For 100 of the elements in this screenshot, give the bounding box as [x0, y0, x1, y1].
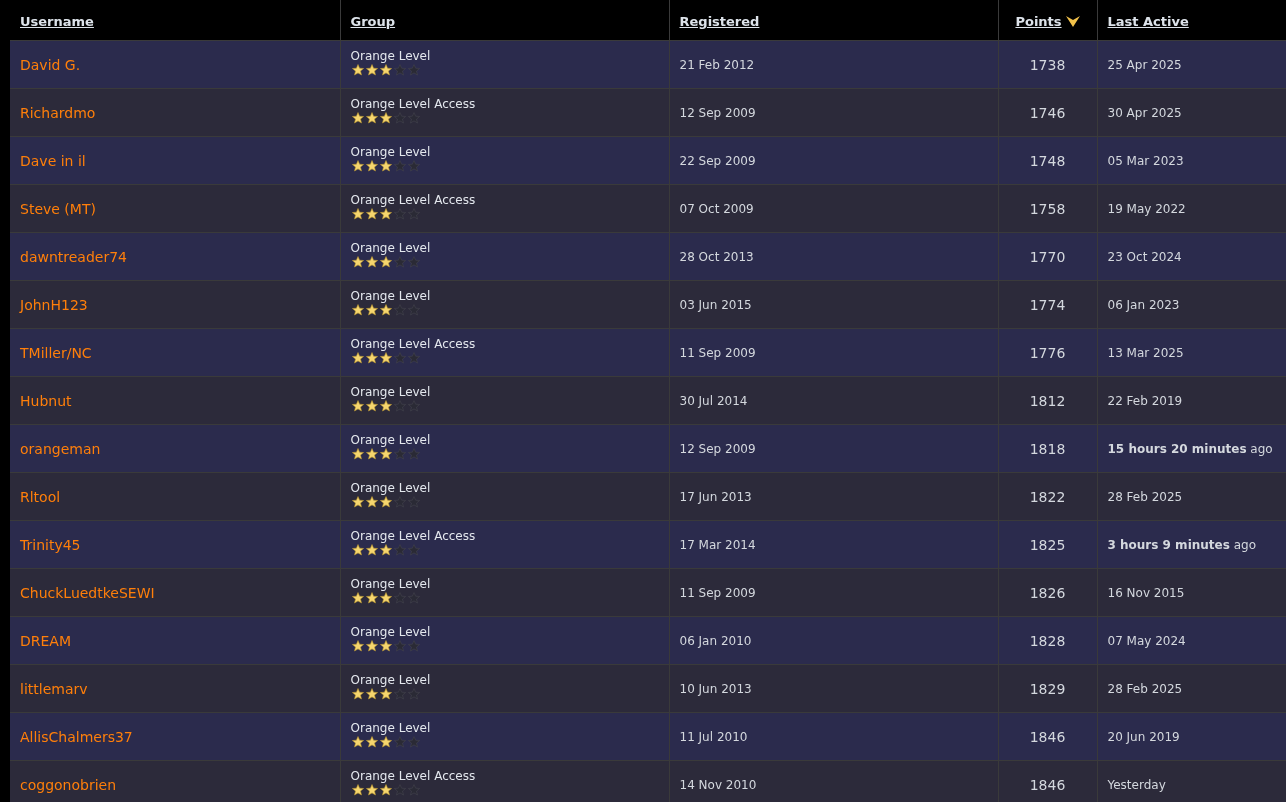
last-active-cell: 05 Mar 2023 [1097, 136, 1286, 185]
filled-star-icon [364, 640, 379, 652]
last-active-cell: 16 Nov 2015 [1097, 568, 1286, 617]
filled-star-icon [350, 784, 365, 796]
group-name: Orange Level [350, 721, 432, 736]
filled-star-icon [364, 160, 379, 172]
last-active-cell: 15 hours 20 minutes ago [1097, 424, 1286, 473]
registered-date: 07 Oct 2009 [669, 184, 998, 233]
filled-star-icon [364, 304, 379, 316]
registered-date: 11 Sep 2009 [669, 328, 998, 377]
last-active-cell: 3 hours 9 minutes ago [1097, 520, 1286, 569]
group-name: Orange Level Access [350, 193, 477, 208]
filled-star-icon [364, 208, 379, 220]
filled-star-icon [378, 592, 393, 604]
filled-star-icon [378, 112, 393, 124]
member-name-link[interactable]: littlemarv [20, 680, 88, 697]
points-cell: 1748 [998, 136, 1097, 185]
last-active-cell: Yesterday [1097, 760, 1286, 802]
group-name: Orange Level Access [350, 337, 477, 352]
group-name: Orange Level [350, 49, 432, 64]
filled-star-icon [364, 496, 379, 508]
points-cell: 1846 [998, 760, 1097, 802]
points-cell: 1822 [998, 472, 1097, 521]
member-name-link[interactable]: JohnH123 [20, 296, 88, 313]
points-cell: 1738 [998, 40, 1097, 89]
points-cell: 1826 [998, 568, 1097, 617]
member-name-link[interactable]: orangeman [20, 440, 101, 457]
filled-star-icon [378, 64, 393, 76]
registered-date: 17 Mar 2014 [669, 520, 998, 569]
filled-star-icon [378, 640, 393, 652]
filled-star-icon [378, 352, 393, 364]
filled-star-icon [378, 544, 393, 556]
group-name: Orange Level [350, 481, 432, 496]
column-header-link[interactable]: Registered [679, 13, 760, 29]
member-name-link[interactable]: DREAM [20, 632, 71, 649]
column-header-link[interactable]: Group [350, 13, 396, 29]
sort-descending-icon[interactable] [1065, 15, 1080, 27]
filled-star-icon [364, 112, 379, 124]
last-active-cell: 19 May 2022 [1097, 184, 1286, 233]
member-name-link[interactable]: TMiller/NC [20, 344, 92, 361]
group-name: Orange Level Access [350, 529, 477, 544]
points-cell: 1746 [998, 88, 1097, 137]
group-name: Orange Level Access [350, 97, 477, 112]
registered-date: 12 Sep 2009 [669, 88, 998, 137]
filled-star-icon [364, 64, 379, 76]
filled-star-icon [350, 592, 365, 604]
registered-date: 10 Jun 2013 [669, 664, 998, 713]
filled-star-icon [364, 448, 379, 460]
group-name: Orange Level [350, 385, 432, 400]
member-name-link[interactable]: David G. [20, 56, 81, 73]
group-name: Orange Level [350, 241, 432, 256]
member-name-link[interactable]: Steve (MT) [20, 200, 96, 217]
filled-star-icon [350, 640, 365, 652]
filled-star-icon [378, 208, 393, 220]
registered-date: 22 Sep 2009 [669, 136, 998, 185]
member-name-link[interactable]: Trinity45 [20, 536, 81, 553]
registered-date: 17 Jun 2013 [669, 472, 998, 521]
group-name: Orange Level [350, 577, 432, 592]
member-name-link[interactable]: AllisChalmers37 [20, 728, 133, 745]
points-cell: 1828 [998, 616, 1097, 665]
registered-date: 14 Nov 2010 [669, 760, 998, 802]
last-active-cell: 22 Feb 2019 [1097, 376, 1286, 425]
registered-date: 21 Feb 2012 [669, 40, 998, 89]
member-name-link[interactable]: Dave in il [20, 152, 86, 169]
last-active-cell: 20 Jun 2019 [1097, 712, 1286, 761]
filled-star-icon [364, 256, 379, 268]
points-cell: 1776 [998, 328, 1097, 377]
registered-date: 06 Jan 2010 [669, 616, 998, 665]
last-active-cell: 25 Apr 2025 [1097, 40, 1286, 89]
filled-star-icon [350, 160, 365, 172]
filled-star-icon [378, 160, 393, 172]
member-name-link[interactable]: Hubnut [20, 392, 72, 409]
filled-star-icon [378, 496, 393, 508]
last-active-cell: 07 May 2024 [1097, 616, 1286, 665]
filled-star-icon [364, 688, 379, 700]
column-header-link[interactable]: Points [1015, 13, 1062, 29]
column-header-link[interactable]: Username [20, 13, 94, 29]
member-name-link[interactable]: Rltool [20, 488, 61, 505]
member-name-link[interactable]: coggonobrien [20, 776, 117, 793]
filled-star-icon [350, 736, 365, 748]
filled-star-icon [378, 256, 393, 268]
filled-star-icon [350, 352, 365, 364]
points-cell: 1774 [998, 280, 1097, 329]
group-name: Orange Level [350, 433, 432, 448]
filled-star-icon [350, 448, 365, 460]
member-name-link[interactable]: Richardmo [20, 104, 96, 121]
filled-star-icon [378, 400, 393, 412]
points-cell: 1818 [998, 424, 1097, 473]
member-name-link[interactable]: ChuckLuedtkeSEWI [20, 584, 155, 601]
last-active-cell: 28 Feb 2025 [1097, 472, 1286, 521]
registered-date: 11 Jul 2010 [669, 712, 998, 761]
filled-star-icon [350, 208, 365, 220]
filled-star-icon [378, 688, 393, 700]
filled-star-icon [350, 304, 365, 316]
filled-star-icon [364, 352, 379, 364]
filled-star-icon [364, 784, 379, 796]
last-active-cell: 13 Mar 2025 [1097, 328, 1286, 377]
last-active-cell: 23 Oct 2024 [1097, 232, 1286, 281]
member-name-link[interactable]: dawntreader74 [20, 248, 127, 265]
column-header-link[interactable]: Last Active [1107, 13, 1189, 29]
